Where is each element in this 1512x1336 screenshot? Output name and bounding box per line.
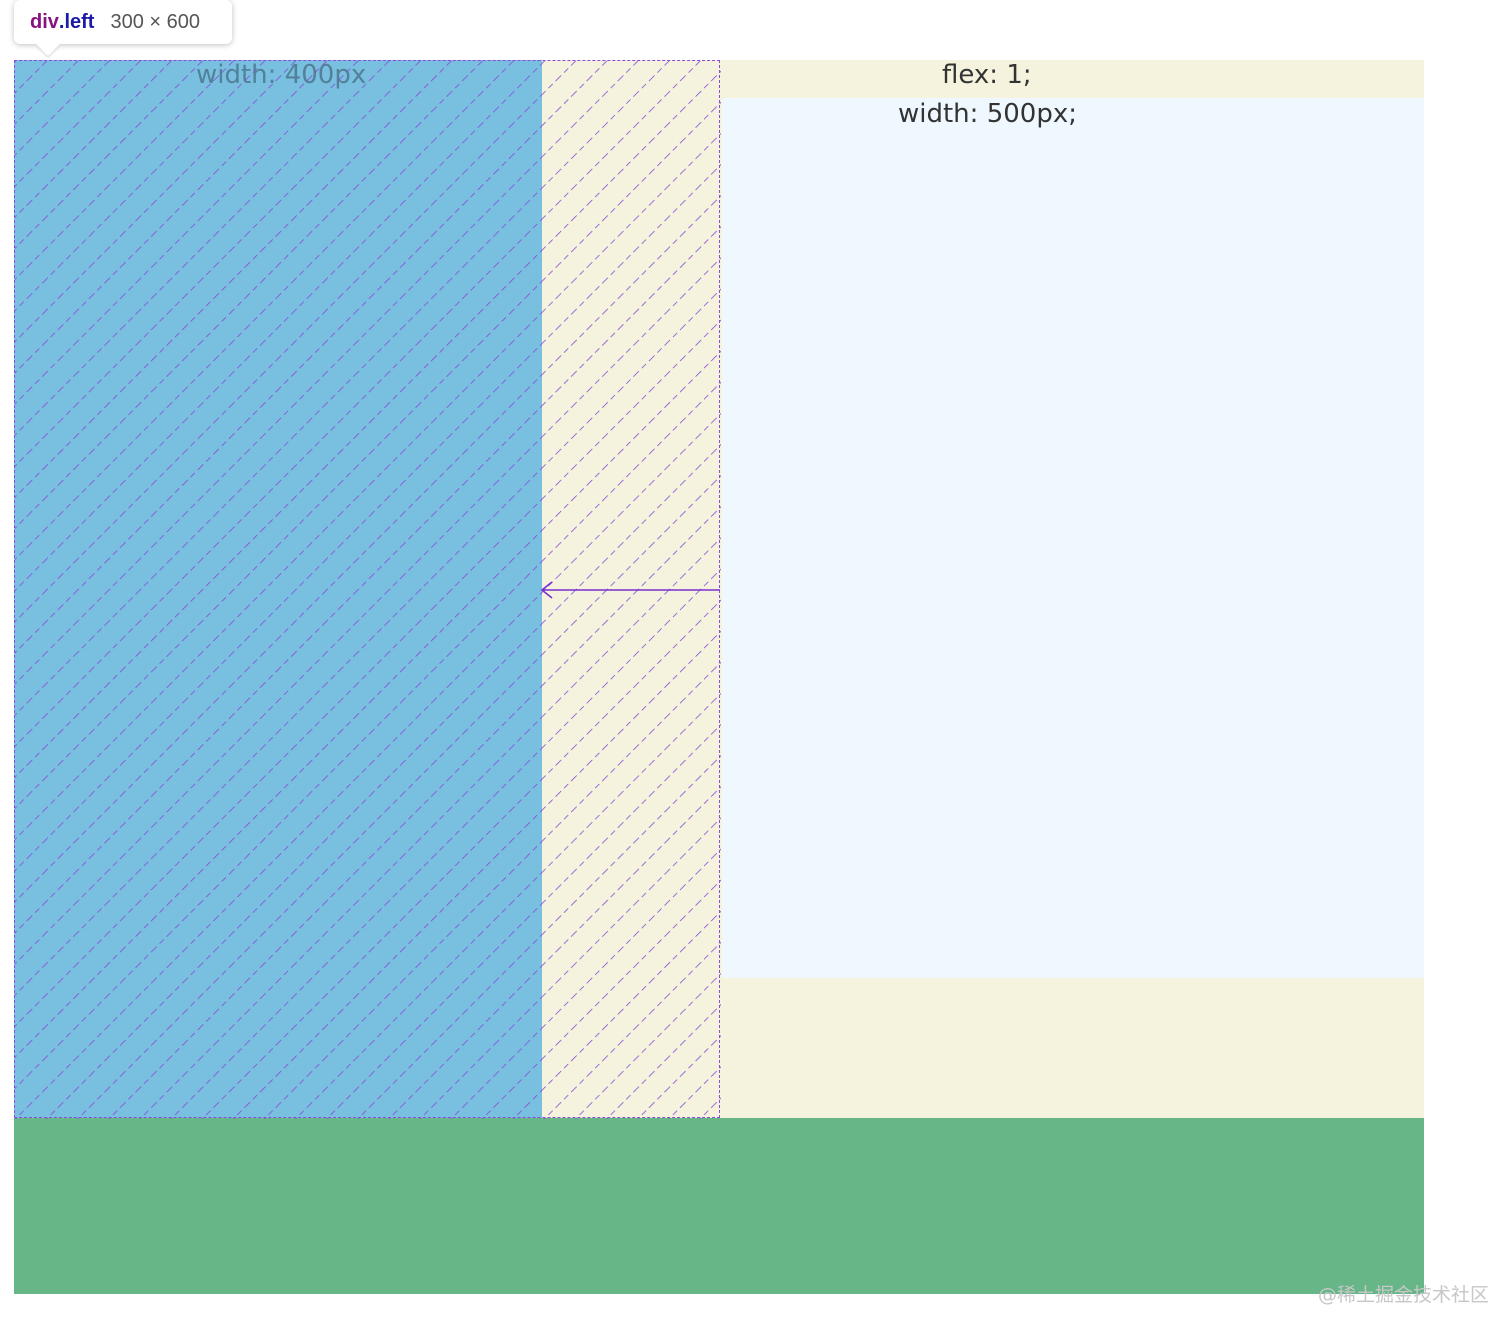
right-flex-label: flex: 1;: [942, 60, 1032, 90]
watermark: @稀土掘金技术社区: [1318, 1284, 1490, 1306]
shrink-arrow-icon: [540, 581, 720, 599]
left-flex-item[interactable]: [14, 60, 542, 1118]
devtools-element-tooltip: div .left 300 × 600: [14, 0, 232, 44]
left-width-label: width: 400px: [196, 60, 367, 90]
right-flex-item: [722, 98, 1424, 978]
tooltip-size: 300 × 600: [110, 10, 200, 33]
tooltip-class: .left: [58, 10, 95, 33]
tooltip-tag: div: [30, 10, 59, 33]
right-width-label: width: 500px;: [898, 99, 1077, 129]
footer-bar: [14, 1118, 1424, 1294]
